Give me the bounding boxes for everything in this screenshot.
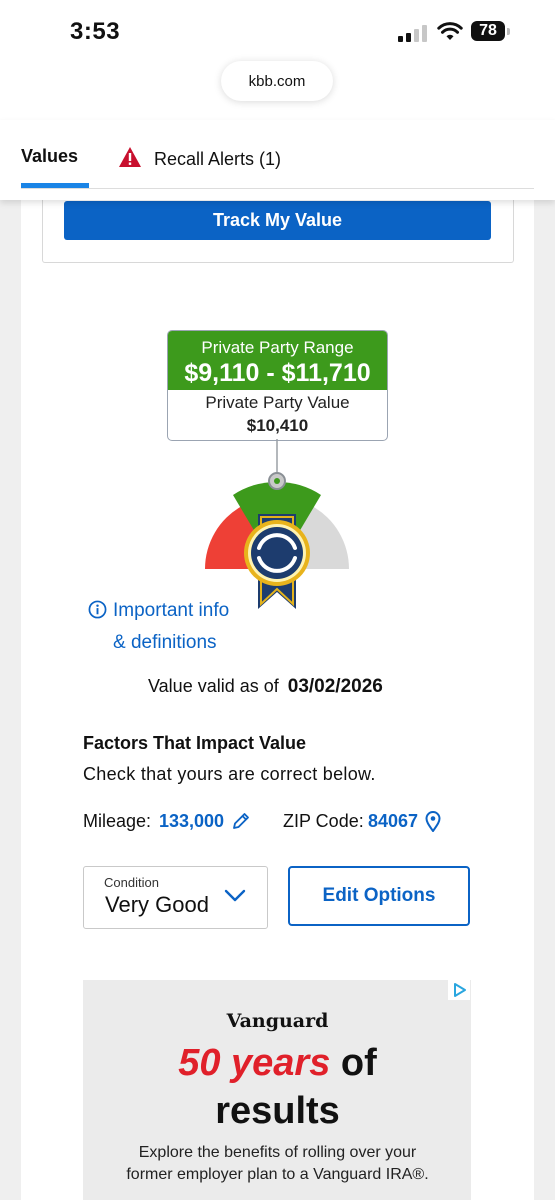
tab-divider <box>21 188 534 189</box>
alert-triangle-icon <box>119 147 141 167</box>
important-info-link[interactable]: Important info <box>113 600 229 622</box>
chevron-down-icon <box>224 889 246 902</box>
adchoices-icon[interactable] <box>448 980 470 1000</box>
ad-headline-black: of <box>340 1042 377 1084</box>
track-my-value-button[interactable]: Track My Value <box>64 201 491 240</box>
private-party-box: Private Party Range $9,110 - $11,710 Pri… <box>167 330 388 441</box>
pencil-icon[interactable] <box>231 811 251 831</box>
private-party-value-label: Private Party Value <box>205 393 350 412</box>
ad-brand: Vanguard <box>226 1010 329 1032</box>
info-icon[interactable] <box>88 600 107 619</box>
private-party-range-panel: Private Party Range $9,110 - $11,710 <box>168 331 387 390</box>
tab-values[interactable]: Values <box>21 146 78 167</box>
edit-options-button[interactable]: Edit Options <box>288 866 470 926</box>
private-party-range-label: Private Party Range <box>201 338 354 357</box>
signal-icon <box>398 24 430 42</box>
ad-headline-line2: results <box>215 1090 340 1132</box>
zip-code-value-link[interactable]: 84067 <box>368 811 418 832</box>
value-valid-label: Value valid as of <box>148 676 279 696</box>
condition-value: Very Good <box>105 892 209 917</box>
condition-select[interactable]: Condition Very Good <box>83 866 268 929</box>
value-valid-date: 03/02/2026 <box>287 676 383 697</box>
zip-code-label: ZIP Code: <box>283 811 364 831</box>
ad-body-text: Explore the benefits of rolling over you… <box>126 1144 429 1183</box>
value-valid-line: Value valid as of 03/02/2026 <box>148 676 383 698</box>
private-party-value: $10,410 <box>246 416 309 435</box>
factors-subtitle: Check that yours are correct below. <box>83 764 376 784</box>
value-gauge <box>204 439 350 609</box>
battery-tip <box>507 28 510 35</box>
wifi-icon <box>437 22 463 40</box>
mileage-label: Mileage: <box>83 811 152 831</box>
ad-headline-red: 50 years <box>178 1042 331 1084</box>
factors-title: Factors That Impact Value <box>83 733 307 753</box>
url-pill[interactable]: kbb.com <box>221 61 333 101</box>
status-time: 3:53 <box>70 18 121 45</box>
ad-headline-line1: 50 years of <box>0 1042 555 1085</box>
battery-indicator: 78 <box>471 21 505 41</box>
mileage-value-link[interactable]: 133,000 <box>159 811 224 832</box>
map-pin-icon[interactable] <box>425 811 441 832</box>
condition-label: Condition <box>104 875 159 890</box>
tab-recall-alerts[interactable]: Recall Alerts (1) <box>154 149 281 170</box>
definitions-link[interactable]: & definitions <box>113 632 217 654</box>
private-party-range-value: $9,110 - $11,710 <box>184 359 371 387</box>
